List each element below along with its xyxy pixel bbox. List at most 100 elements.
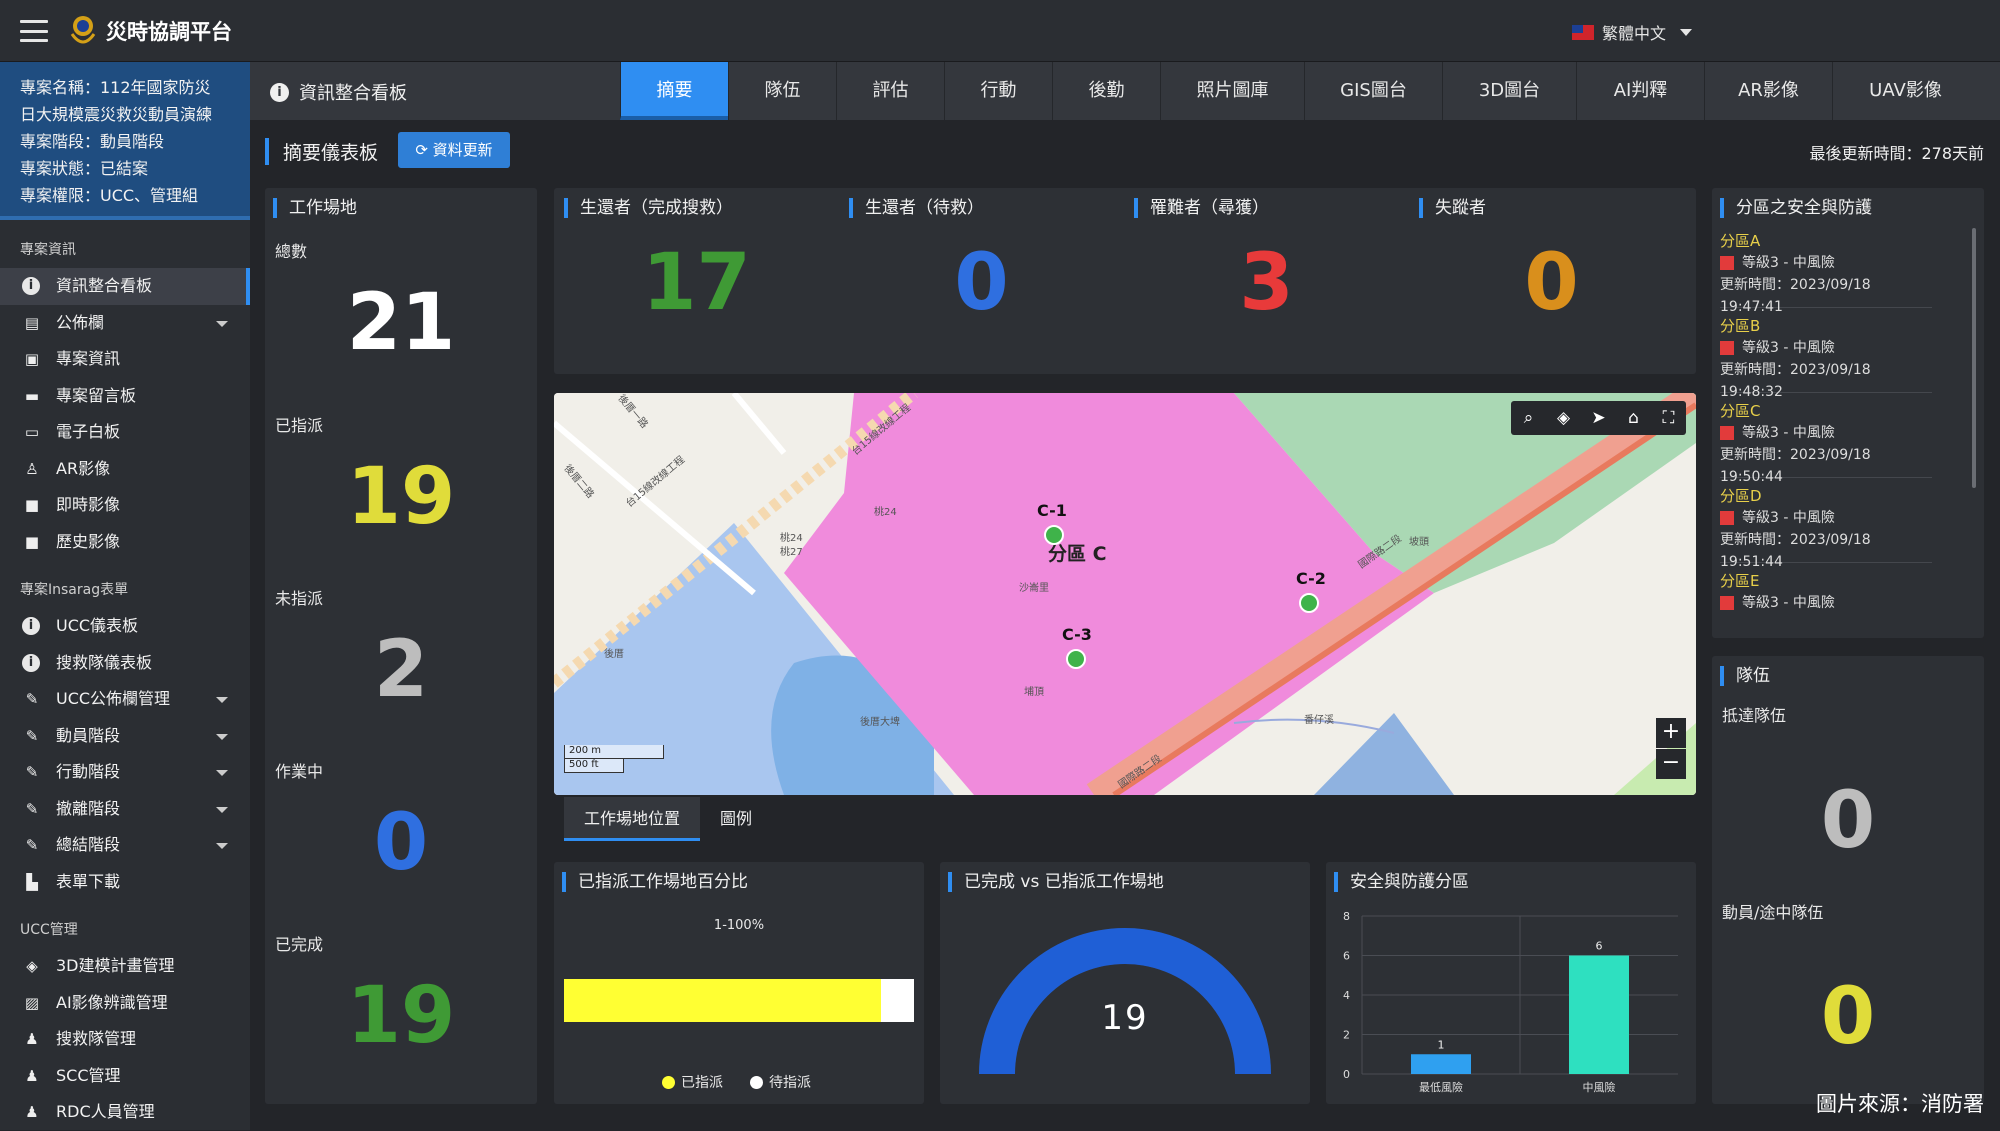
edit-icon: ✎: [25, 726, 39, 745]
tab-photo-gallery[interactable]: 照片圖庫: [1160, 62, 1304, 120]
fullscreen-icon[interactable]: ⛶: [1651, 401, 1686, 435]
locate-icon[interactable]: ➤: [1581, 401, 1616, 435]
sub-header: i 資訊整合看板 摘要 隊伍 評估 行動 後勤 照片圖庫 GIS圖台 3D圖台 A…: [250, 62, 2000, 120]
worksite-marker[interactable]: [1299, 593, 1319, 613]
language-selector[interactable]: 繁體中文: [1572, 20, 1693, 44]
sidebar-item-history-video[interactable]: ■ 歷史影像: [0, 524, 250, 561]
sidebar-item-bulletin[interactable]: ▤ 公佈欄: [0, 305, 250, 342]
users-icon: ♟: [25, 1103, 39, 1121]
sidebar-item-whiteboard[interactable]: ▭ 電子白板: [0, 414, 250, 451]
tab-gis[interactable]: GIS圖台: [1304, 62, 1442, 120]
project-stage: 專案階段：動員階段: [20, 132, 165, 151]
sidebar-item-mobilization[interactable]: ✎ 動員階段: [0, 718, 250, 755]
tab-ai[interactable]: AI判釋: [1576, 62, 1704, 120]
sidebar-item-rescue-team[interactable]: ♟ 搜救隊管理: [0, 1021, 250, 1058]
tab-operation[interactable]: 行動: [944, 62, 1052, 120]
users-icon: ♟: [25, 1030, 39, 1048]
stat-label: 生還者（待救）: [849, 198, 984, 218]
chevron-down-icon: [1680, 28, 1693, 36]
sidebar-item-ucc-dashboard[interactable]: i UCC儀表板: [0, 608, 250, 645]
tab-bar: 摘要 隊伍 評估 行動 後勤 照片圖庫 GIS圖台 3D圖台 AI判釋 AR影像…: [620, 62, 1978, 120]
region-item[interactable]: 分區B 等級3 - 中風險 更新時間：2023/09/18 19:48:32: [1720, 315, 1932, 400]
edit-icon: ✎: [25, 690, 39, 708]
road-label: 桃27: [780, 547, 803, 558]
tab-logistics[interactable]: 後勤: [1052, 62, 1160, 120]
sidebar-item-project-info[interactable]: ▣ 專案資訊: [0, 341, 250, 378]
sidebar-item-ar[interactable]: ♙ AR影像: [0, 451, 250, 488]
region-name: 分區E: [1720, 572, 1760, 590]
worksite-marker[interactable]: [1044, 525, 1064, 545]
cube-icon: ◈: [26, 957, 38, 975]
marker-label: C-2: [1296, 569, 1326, 588]
region-item[interactable]: 分區E 等級3 - 中風險: [1720, 570, 1932, 626]
range-label: 1-100%: [713, 918, 765, 933]
tab-ar[interactable]: AR影像: [1704, 62, 1832, 120]
comment-icon: ▬: [24, 386, 40, 405]
sidebar-item-rescue-dashboard[interactable]: i 搜救隊儀表板: [0, 645, 250, 682]
risk-icon: [1720, 256, 1734, 270]
tab-3d[interactable]: 3D圖台: [1442, 62, 1576, 120]
tab-teams[interactable]: 隊伍: [728, 62, 836, 120]
scrollbar[interactable]: [1972, 228, 1976, 488]
region-item[interactable]: 分區A 等級3 - 中風險 更新時間：2023/09/18 19:47:41: [1720, 230, 1932, 315]
sidebar-item-evacuation[interactable]: ✎ 撤離階段: [0, 791, 250, 828]
refresh-button[interactable]: ⟳ 資料更新: [398, 132, 510, 168]
user-icon: ♙: [25, 459, 39, 478]
edit-icon: ✎: [25, 799, 39, 818]
stat-value: 0: [1524, 238, 1579, 328]
safety-bar-chart: 0 2 4 6 8 1 最低風險 6 中風險: [1343, 910, 1678, 1094]
sidebar-item-3d-model[interactable]: ◈ 3D建模計畫管理: [0, 948, 250, 985]
layers-icon[interactable]: ◈: [1546, 401, 1581, 435]
sidebar-item-scc[interactable]: ♟ SCC管理: [0, 1058, 250, 1095]
sidebar-item-label: 專案留言板: [56, 385, 137, 405]
sidebar-item-summary[interactable]: ✎ 總結階段: [0, 827, 250, 864]
sidebar-item-rdc[interactable]: ♟ RDC人員管理: [0, 1094, 250, 1131]
tab-worksite-location[interactable]: 工作場地位置: [564, 797, 700, 841]
x-tick-label: 最低風險: [1419, 1080, 1463, 1094]
zoom-in-button[interactable]: +: [1656, 718, 1686, 748]
sidebar-item-operation[interactable]: ✎ 行動階段: [0, 754, 250, 791]
language-label: 繁體中文: [1602, 24, 1667, 43]
flag-icon: [1572, 24, 1594, 40]
stat-label: 失蹤者: [1419, 198, 1486, 218]
region-item[interactable]: 分區D 等級3 - 中風險 更新時間：2023/09/18 19:51:44: [1720, 485, 1932, 570]
stat-deceased: 罹難者（尋獲） 3: [1124, 188, 1409, 374]
project-name-line2: 日大規模震災救災動員演練: [20, 105, 213, 124]
zoom-out-button[interactable]: −: [1656, 749, 1686, 779]
region-time: 更新時間：2023/09/18 19:47:41: [1720, 277, 1871, 315]
legend-assigned: 已指派: [662, 1072, 723, 1092]
search-icon[interactable]: ⌕: [1511, 401, 1546, 435]
menu-icon[interactable]: [20, 20, 48, 42]
victims-card: 生還者（完成搜救） 17 生還者（待救） 0 罹難者（尋獲） 3 失蹤者 0: [554, 188, 1696, 374]
scale-metric: 200 m: [564, 745, 664, 759]
sidebar-item-live-video[interactable]: ■ 即時影像: [0, 487, 250, 524]
scale-imperial: 500 ft: [564, 759, 624, 773]
region-item[interactable]: 分區C 等級3 - 中風險 更新時間：2023/09/18 19:50:44: [1720, 400, 1932, 485]
place-label: 後厝大埤: [860, 717, 900, 728]
page-title: i 資訊整合看板: [270, 79, 407, 105]
region-level-text: 等級3 - 中風險: [1742, 340, 1835, 356]
sidebar-item-label: 總結階段: [56, 835, 121, 854]
stat-missing: 失蹤者 0: [1409, 188, 1694, 374]
assigned-value: 19: [346, 452, 456, 542]
sidebar-item-label: 行動階段: [56, 762, 121, 781]
sidebar-item-message-board[interactable]: ▬ 專案留言板: [0, 378, 250, 415]
tab-assessment[interactable]: 評估: [836, 62, 944, 120]
tab-summary[interactable]: 摘要: [620, 62, 728, 120]
sidebar-item-dashboard[interactable]: i 資訊整合看板: [0, 268, 250, 305]
tab-uav[interactable]: UAV影像: [1832, 62, 1978, 120]
home-icon[interactable]: ⌂: [1616, 401, 1651, 435]
top-bar: 災時協調平台 繁體中文: [0, 0, 2000, 62]
map-canvas[interactable]: [554, 393, 1696, 795]
mobilizing-label: 動員/途中隊伍: [1722, 903, 1824, 922]
region-level: 等級3 - 中風險: [1720, 592, 1932, 614]
sidebar-item-label: AI影像辨識管理: [56, 992, 168, 1012]
tab-legend[interactable]: 圖例: [700, 797, 772, 841]
sidebar-item-form-download[interactable]: ▙ 表單下載: [0, 864, 250, 901]
worksite-marker[interactable]: [1066, 649, 1086, 669]
worksite-map[interactable]: 台15線改線工程 台15線改線工程 後厝一路 後厝二路 國際路二段 國際路二段 …: [554, 393, 1696, 795]
unassigned-value: 2: [373, 625, 429, 715]
sidebar-item-ucc-bulletin-mgmt[interactable]: ✎ UCC公佈欄管理: [0, 681, 250, 718]
project-info: 專案名稱：112年國家防災 日大規模震災救災動員演練 專案階段：動員階段 專案狀…: [0, 62, 250, 220]
sidebar-item-ai-recognition[interactable]: ▨ AI影像辨識管理: [0, 985, 250, 1022]
